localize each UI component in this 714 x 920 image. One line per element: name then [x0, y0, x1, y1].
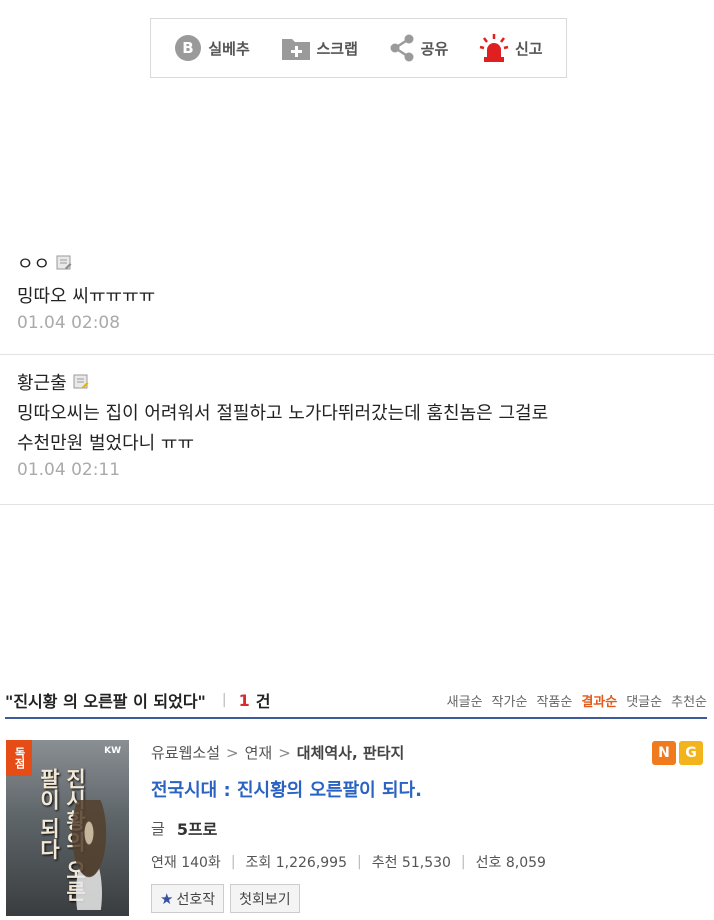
stat-favorites: 선호 8,059: [475, 855, 546, 871]
comment-text-line: 밍따오씨는 집이 어려워서 절필하고 노가다뛰러갔는데 훔친놈은 그걸로: [17, 403, 549, 424]
b-badge-icon: B: [175, 35, 202, 61]
novel-stats: 연재 140화 | 조회 1,226,995 | 추천 51,530 | 선호 …: [151, 852, 546, 872]
stat-separator: |: [357, 854, 362, 870]
breadcrumb-arrow: >: [226, 743, 239, 762]
novel-title-link[interactable]: 전국시대 : 진시황의 오른팔이 되다.: [151, 776, 422, 802]
first-episode-button[interactable]: 첫회보기: [230, 884, 300, 913]
svg-text:B: B: [183, 39, 194, 57]
comment-text: 밍따오 씨ㅠㅠㅠㅠ: [17, 286, 156, 307]
sort-recommend[interactable]: 추천순: [671, 691, 707, 710]
brand-logo: KW: [104, 746, 121, 756]
sort-author[interactable]: 작가순: [492, 691, 528, 710]
result-count-unit: 건: [255, 692, 271, 711]
breadcrumb-genre[interactable]: 대체역사, 판타지: [297, 742, 405, 763]
star-icon: ★: [160, 889, 174, 908]
favorite-button[interactable]: ★ 선호작: [151, 884, 225, 913]
sort-result[interactable]: 결과순: [581, 691, 617, 710]
breadcrumb-arrow: >: [278, 743, 291, 762]
scrap-label: 스크랩: [316, 39, 358, 58]
stat-separator: |: [460, 854, 466, 870]
book-cover[interactable]: 독점 KW 진시황의 오른팔이 되다: [6, 740, 129, 916]
sort-options: 새글순 작가순 작품순 결과순 댓글순 추천순: [447, 691, 707, 710]
breadcrumb-status[interactable]: 연재: [245, 742, 273, 763]
new-flag: N: [652, 741, 676, 765]
result-count: 1: [238, 690, 250, 710]
memo-icon[interactable]: [73, 374, 89, 390]
comment-author-row: ㅇㅇ: [17, 250, 714, 276]
share-icon: [390, 34, 414, 62]
favorite-label: 선호작: [176, 891, 216, 908]
first-episode-label: 첫회보기: [239, 891, 291, 908]
scrap-button[interactable]: 스크랩: [281, 35, 358, 61]
author-name[interactable]: 5프로: [177, 816, 218, 840]
comment-author[interactable]: ㅇㅇ: [17, 250, 50, 276]
header-underline: [5, 717, 707, 719]
stat-separator: |: [230, 854, 236, 870]
report-button[interactable]: 신고: [479, 33, 543, 63]
share-label: 공유: [420, 39, 449, 58]
sort-comment[interactable]: 댓글순: [626, 691, 662, 710]
sort-work[interactable]: 작품순: [536, 691, 572, 710]
status-flags: N G: [652, 741, 703, 765]
sort-new[interactable]: 새글순: [447, 691, 483, 710]
comment-item: 황근출 밍따오씨는 집이 어려워서 절필하고 노가다뛰러갔는데 훔친놈은 그걸로…: [0, 369, 714, 480]
stat-views: 조회 1,226,995: [245, 855, 347, 871]
folder-plus-icon: [281, 39, 310, 60]
cover-illustration: [59, 800, 119, 910]
comment-time: 01.04 02:11: [17, 460, 121, 480]
report-label: 신고: [514, 39, 543, 58]
search-query: "진시황 의 오른팔 이 되었다": [5, 692, 206, 711]
stat-recommends: 추천 51,530: [371, 855, 451, 871]
comment-text-line: 수천만원 벌었다니 ㅠㅠ: [17, 433, 195, 454]
author-row: 글 5프로: [151, 816, 217, 840]
search-result-header: "진시황 의 오른팔 이 되었다" | 1 건 새글순 작가순 작품순 결과순 …: [5, 682, 707, 718]
breadcrumb: 유료웹소설 > 연재 > 대체역사, 판타지: [151, 742, 404, 763]
comment-divider: [0, 354, 714, 355]
breadcrumb-category[interactable]: 유료웹소설: [151, 742, 220, 763]
comment-divider: [0, 504, 714, 505]
comment-time: 01.04 02:08: [17, 313, 121, 333]
memo-icon[interactable]: [56, 255, 72, 271]
comment-item: ㅇㅇ 밍따오 씨ㅠㅠㅠㅠ 01.04 02:08: [0, 250, 714, 333]
comment-author-row: 황근출: [17, 369, 714, 395]
result-actions: ★ 선호작 첫회보기: [151, 884, 300, 913]
grade-flag: G: [679, 741, 703, 765]
recommend-button[interactable]: B 실베추: [174, 34, 250, 62]
author-label: 글: [151, 819, 165, 838]
comment-author[interactable]: 황근출: [17, 369, 67, 395]
share-button[interactable]: 공유: [389, 34, 449, 62]
header-separator: |: [221, 692, 227, 708]
recommend-label: 실베추: [208, 39, 250, 58]
exclusive-badge: 독점: [6, 740, 32, 776]
siren-icon: [479, 34, 509, 62]
action-bar: B 실베추 스크랩 공유 신고: [150, 18, 567, 78]
stat-episodes: 연재 140화: [151, 855, 221, 871]
